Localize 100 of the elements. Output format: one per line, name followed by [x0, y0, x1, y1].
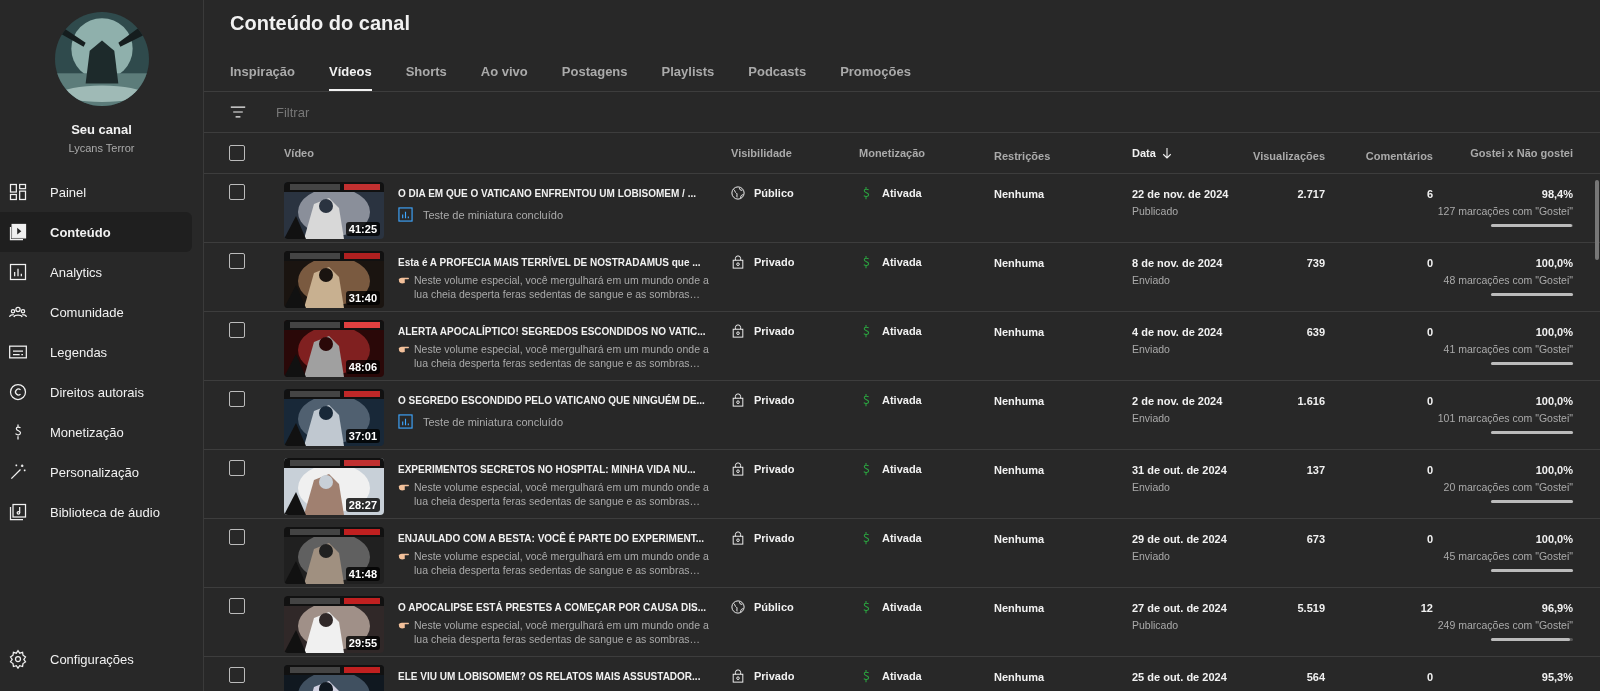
visibility-status[interactable]: Privado: [754, 463, 795, 475]
sidebar-item[interactable]: Painel: [0, 172, 192, 212]
sidebar-item[interactable]: Biblioteca de áudio: [0, 492, 192, 532]
monetization-status[interactable]: Ativada: [882, 670, 922, 682]
tab[interactable]: Postagens: [561, 52, 628, 91]
visibility-status[interactable]: Privado: [754, 394, 795, 406]
date-text: 29 de out. de 2024: [1132, 533, 1228, 545]
monetization-status[interactable]: Ativada: [882, 463, 922, 475]
sidebar-item[interactable]: Analytics: [0, 252, 192, 292]
sidebar-item[interactable]: Legendas: [0, 332, 192, 372]
monetization-status[interactable]: Ativada: [882, 325, 922, 337]
select-all-checkbox[interactable]: [229, 145, 245, 161]
publish-status: Publicado: [1132, 205, 1180, 217]
row-checkbox[interactable]: [229, 598, 245, 614]
pointing-hand-icon: [398, 344, 410, 354]
video-title[interactable]: ALERTA APOCALÍPTICO! SEGREDOS ESCONDIDOS NO VATIC...: [398, 325, 725, 338]
dashboard-icon: [8, 182, 28, 202]
video-title[interactable]: O APOCALIPSE ESTÁ PRESTES A COMEÇAR POR CAUSA DIS...: [398, 601, 725, 614]
pointing-hand-icon: [398, 620, 410, 630]
date-text: 27 de out. de 2024: [1132, 602, 1228, 614]
video-duration: 48:06: [345, 360, 380, 374]
settings-item[interactable]: Configurações: [0, 639, 192, 679]
publish-status: Enviado: [1132, 481, 1171, 493]
row-checkbox[interactable]: [229, 460, 245, 476]
row-checkbox[interactable]: [229, 184, 245, 200]
sort-down-icon[interactable]: [1161, 147, 1172, 159]
tab[interactable]: Promoções: [840, 52, 911, 91]
comments-count: 12: [1420, 602, 1433, 614]
visibility-status[interactable]: Público: [754, 601, 794, 613]
restrictions-status: Nenhuma: [994, 395, 1045, 407]
video-title[interactable]: ELE VIU UM LOBISOMEM? OS RELATOS MAIS ASSUSTADOR...: [398, 670, 701, 683]
row-checkbox[interactable]: [229, 253, 245, 269]
column-header[interactable]: Restrições: [994, 150, 1051, 162]
column-header[interactable]: Vídeo: [284, 147, 314, 159]
page-title: Conteúdo do canal: [230, 12, 411, 36]
sidebar-item[interactable]: Personalização: [0, 452, 192, 492]
bar-chart-icon: [8, 262, 28, 282]
channel-name: Lycans Terror: [68, 142, 135, 154]
tab[interactable]: Inspiração: [230, 52, 296, 91]
column-header[interactable]: Visualizações: [1253, 150, 1325, 162]
date-text: 2 de nov. de 2024: [1132, 395, 1224, 407]
column-header[interactable]: Visibilidade: [731, 147, 792, 159]
visibility-status[interactable]: Público: [754, 187, 794, 199]
like-count: 127 marcações com "Gostei": [1437, 205, 1573, 217]
row-checkbox[interactable]: [229, 667, 245, 683]
views-count: 137: [1306, 464, 1325, 476]
sidebar-item[interactable]: Conteúdo: [0, 212, 192, 252]
comments-count: 0: [1426, 533, 1433, 545]
date-text: 4 de nov. de 2024: [1132, 326, 1224, 338]
monetization-status[interactable]: Ativada: [882, 532, 922, 544]
monetization-status[interactable]: Ativada: [882, 601, 922, 613]
publish-status: Publicado: [1132, 619, 1180, 631]
column-header[interactable]: Data: [1132, 147, 1156, 159]
like-percentage: 95,3%: [1541, 671, 1573, 683]
comments-count: 0: [1426, 395, 1433, 407]
magic-wand-icon: [8, 462, 28, 482]
sidebar-item[interactable]: Direitos autorais: [0, 372, 192, 412]
views-count: 673: [1306, 533, 1325, 545]
scrollbar-thumb[interactable]: [1595, 180, 1599, 260]
row-checkbox[interactable]: [229, 529, 245, 545]
like-count: 45 marcações com "Gostei": [1443, 550, 1573, 562]
video-title[interactable]: ENJAULADO COM A BESTA: VOCÊ É PARTE DO EXPERIMENT...: [398, 532, 725, 545]
monetization-status[interactable]: Ativada: [882, 187, 922, 199]
sidebar-item[interactable]: Comunidade: [0, 292, 192, 332]
publish-status: Enviado: [1132, 343, 1171, 355]
visibility-status[interactable]: Privado: [754, 670, 795, 682]
visibility-status[interactable]: Privado: [754, 325, 795, 337]
filter-field[interactable]: Filtrar: [274, 103, 478, 121]
tab[interactable]: Vídeos: [329, 52, 372, 91]
video-title[interactable]: Esta é A PROFECIA MAIS TERRÍVEL DE NOSTRADAMUS que ...: [398, 256, 725, 269]
restrictions-status: Nenhuma: [994, 188, 1045, 200]
video-title[interactable]: EXPERIMENTOS SECRETOS NO HOSPITAL: MINHA VIDA NU...: [398, 463, 725, 476]
tab[interactable]: Podcasts: [748, 52, 807, 91]
visibility-status[interactable]: Privado: [754, 532, 795, 544]
lock-icon: [731, 531, 745, 545]
views-count: 639: [1306, 326, 1325, 338]
tab[interactable]: Shorts: [405, 52, 447, 91]
publish-status: Enviado: [1132, 412, 1171, 424]
video-title[interactable]: O SEGREDO ESCONDIDO PELO VATICANO QUE NINGUÉM DE...: [398, 394, 705, 407]
tab[interactable]: Ao vivo: [480, 52, 528, 91]
comments-count: 0: [1426, 671, 1433, 683]
column-header[interactable]: Monetização: [859, 147, 925, 159]
sidebar-item[interactable]: Monetização: [0, 412, 192, 452]
publish-status: Enviado: [1132, 550, 1171, 562]
bar-chart-icon: [398, 207, 413, 222]
monetization-status[interactable]: Ativada: [882, 256, 922, 268]
row-checkbox[interactable]: [229, 391, 245, 407]
settings-icon: [8, 649, 28, 669]
monetization-status[interactable]: Ativada: [882, 394, 922, 406]
like-percentage: 100,0%: [1535, 257, 1573, 269]
video-title[interactable]: O DIA EM QUE O VATICANO ENFRENTOU UM LOBISOMEM / ...: [398, 187, 696, 200]
tab[interactable]: Playlists: [661, 52, 715, 91]
filter-icon[interactable]: [230, 106, 246, 118]
visibility-status[interactable]: Privado: [754, 256, 795, 268]
play-icon: [8, 222, 28, 242]
row-checkbox[interactable]: [229, 322, 245, 338]
like-percentage: 100,0%: [1535, 395, 1573, 407]
column-header[interactable]: Gostei x Não gostei: [1470, 147, 1573, 159]
column-header[interactable]: Comentários: [1365, 150, 1433, 162]
like-count: 20 marcações com "Gostei": [1443, 481, 1573, 493]
